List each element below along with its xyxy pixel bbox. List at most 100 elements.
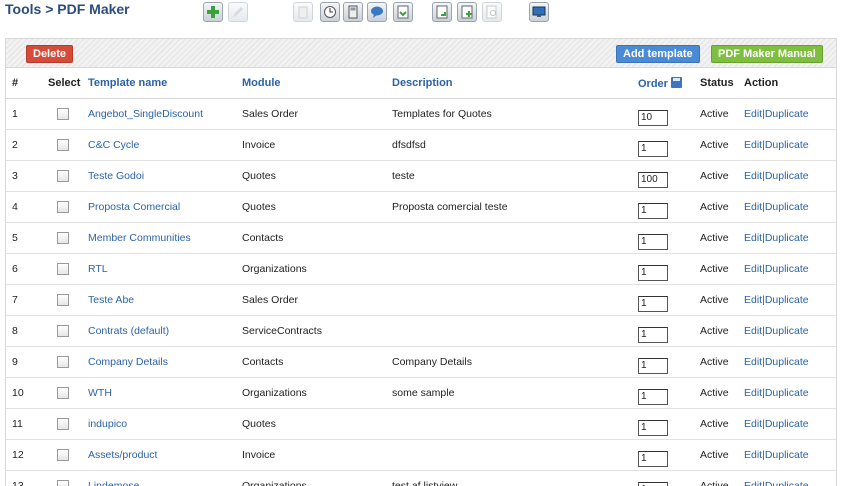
order-input[interactable]: 1	[638, 358, 668, 374]
duplicate-link[interactable]: Duplicate	[765, 139, 809, 151]
add-icon[interactable]	[203, 2, 223, 22]
col-description[interactable]: Description	[386, 68, 632, 99]
delete-button[interactable]: Delete	[26, 45, 73, 63]
add-template-button[interactable]: Add template	[616, 45, 700, 63]
template-name-link[interactable]: Teste Godoi	[82, 161, 236, 192]
duplicate-link[interactable]: Duplicate	[765, 418, 809, 430]
clock-icon[interactable]	[320, 2, 340, 22]
template-name-link[interactable]: Lindemose	[82, 471, 236, 486]
module-cell: Quotes	[236, 192, 386, 223]
row-select-checkbox[interactable]	[57, 356, 69, 368]
row-select-checkbox[interactable]	[57, 170, 69, 182]
template-name-link[interactable]: Contrats (default)	[82, 316, 236, 347]
duplicate-link[interactable]: Duplicate	[765, 232, 809, 244]
order-input[interactable]: 1	[638, 420, 668, 436]
row-select-checkbox[interactable]	[57, 263, 69, 275]
edit-link[interactable]: Edit	[744, 201, 762, 213]
row-select-checkbox[interactable]	[57, 449, 69, 461]
row-select-checkbox[interactable]	[57, 201, 69, 213]
template-name-link[interactable]: RTL	[82, 254, 236, 285]
export-icon[interactable]	[432, 2, 452, 22]
templates-table: # Select Template name Module Descriptio…	[6, 68, 836, 486]
duplicate-link[interactable]: Duplicate	[765, 108, 809, 120]
template-name-link[interactable]: Proposta Comercial	[82, 192, 236, 223]
col-module[interactable]: Module	[236, 68, 386, 99]
edit-link[interactable]: Edit	[744, 232, 762, 244]
export-add-icon[interactable]	[457, 2, 477, 22]
order-input[interactable]: 1	[638, 203, 668, 219]
template-name-link[interactable]: WTH	[82, 378, 236, 409]
description-cell: some sample	[386, 378, 632, 409]
status-cell: Active	[694, 378, 738, 409]
search-doc-icon[interactable]	[482, 2, 502, 22]
calculator-icon[interactable]	[343, 2, 363, 22]
edit-link[interactable]: Edit	[744, 387, 762, 399]
row-select-checkbox[interactable]	[57, 294, 69, 306]
template-name-link[interactable]: indupico	[82, 409, 236, 440]
row-select-cell	[42, 440, 82, 471]
order-cell: 1	[632, 130, 694, 161]
save-order-icon[interactable]	[671, 77, 682, 88]
monitor-icon[interactable]	[529, 2, 549, 22]
duplicate-link[interactable]: Duplicate	[765, 294, 809, 306]
order-input[interactable]: 1	[638, 141, 668, 157]
template-name-link[interactable]: C&C Cycle	[82, 130, 236, 161]
col-order[interactable]: Order	[632, 68, 694, 99]
order-input[interactable]: 1	[638, 327, 668, 343]
description-cell: Company Details	[386, 347, 632, 378]
template-name-link[interactable]: Teste Abe	[82, 285, 236, 316]
edit-link[interactable]: Edit	[744, 418, 762, 430]
row-select-checkbox[interactable]	[57, 418, 69, 430]
module-cell: Sales Order	[236, 99, 386, 130]
edit-link[interactable]: Edit	[744, 480, 762, 486]
order-input[interactable]: 100	[638, 172, 668, 188]
edit-link[interactable]: Edit	[744, 325, 762, 337]
template-name-link[interactable]: Member Communities	[82, 223, 236, 254]
action-cell: Edit|Duplicate	[738, 192, 836, 223]
duplicate-link[interactable]: Duplicate	[765, 170, 809, 182]
row-select-checkbox[interactable]	[57, 387, 69, 399]
pdf-maker-manual-button[interactable]: PDF Maker Manual	[711, 45, 823, 63]
duplicate-link[interactable]: Duplicate	[765, 356, 809, 368]
order-input[interactable]: 10	[638, 110, 668, 126]
edit-link[interactable]: Edit	[744, 108, 762, 120]
clipboard-icon[interactable]	[293, 2, 313, 22]
duplicate-link[interactable]: Duplicate	[765, 449, 809, 461]
table-row: 6RTLOrganizations1ActiveEdit|Duplicate	[6, 254, 836, 285]
import-icon[interactable]	[393, 2, 413, 22]
row-select-checkbox[interactable]	[57, 139, 69, 151]
duplicate-link[interactable]: Duplicate	[765, 201, 809, 213]
row-number: 4	[6, 192, 42, 223]
duplicate-link[interactable]: Duplicate	[765, 387, 809, 399]
order-input[interactable]: 1	[638, 451, 668, 467]
order-input[interactable]: 1	[638, 296, 668, 312]
edit-link[interactable]: Edit	[744, 170, 762, 182]
order-input[interactable]: 1	[638, 265, 668, 281]
table-row: 3Teste GodoiQuotesteste100ActiveEdit|Dup…	[6, 161, 836, 192]
duplicate-link[interactable]: Duplicate	[765, 480, 809, 486]
edit-icon[interactable]	[228, 2, 248, 22]
row-number: 10	[6, 378, 42, 409]
row-select-checkbox[interactable]	[57, 480, 69, 486]
edit-link[interactable]: Edit	[744, 294, 762, 306]
col-template-name[interactable]: Template name	[82, 68, 236, 99]
duplicate-link[interactable]: Duplicate	[765, 263, 809, 275]
order-input[interactable]: 1	[638, 389, 668, 405]
col-order-label[interactable]: Order	[638, 78, 668, 90]
edit-link[interactable]: Edit	[744, 139, 762, 151]
chat-icon[interactable]	[367, 2, 387, 22]
duplicate-link[interactable]: Duplicate	[765, 325, 809, 337]
template-name-link[interactable]: Company Details	[82, 347, 236, 378]
templates-panel: Delete Add template PDF Maker Manual # S…	[5, 38, 837, 486]
row-select-checkbox[interactable]	[57, 108, 69, 120]
edit-link[interactable]: Edit	[744, 449, 762, 461]
edit-link[interactable]: Edit	[744, 356, 762, 368]
template-name-link[interactable]: Angebot_SingleDiscount	[82, 99, 236, 130]
edit-link[interactable]: Edit	[744, 263, 762, 275]
breadcrumb-tools-link[interactable]: Tools	[5, 1, 41, 17]
order-input[interactable]: 1	[638, 482, 668, 486]
order-input[interactable]: 1	[638, 234, 668, 250]
row-select-checkbox[interactable]	[57, 232, 69, 244]
row-select-checkbox[interactable]	[57, 325, 69, 337]
template-name-link[interactable]: Assets/product	[82, 440, 236, 471]
